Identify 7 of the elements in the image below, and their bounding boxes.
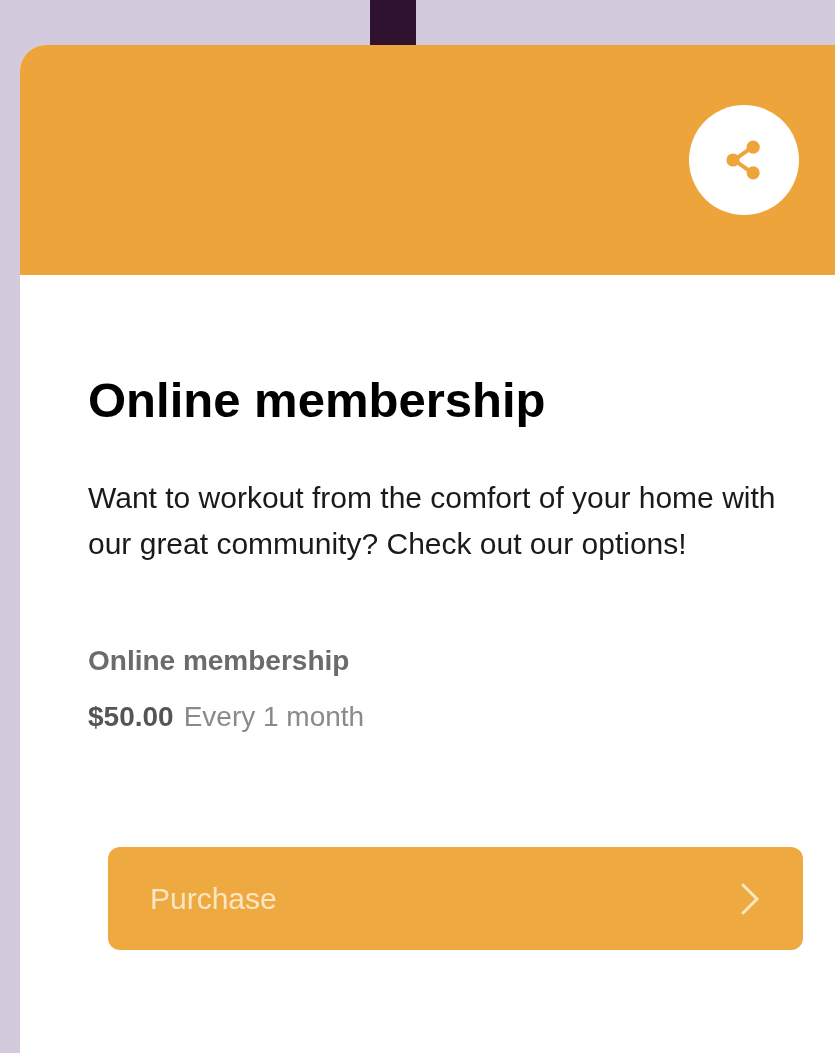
dark-bar	[370, 0, 416, 45]
card-description: Want to workout from the comfort of your home with our great community? Check out our options!	[88, 480, 777, 562]
plan-name: Online membership	[88, 644, 351, 678]
purchase-button[interactable]: Purchase	[108, 847, 803, 950]
plan-period: Every 1 month	[183, 700, 365, 734]
plan-price: $50.00	[88, 700, 174, 734]
card-title: Online membership	[88, 372, 547, 429]
